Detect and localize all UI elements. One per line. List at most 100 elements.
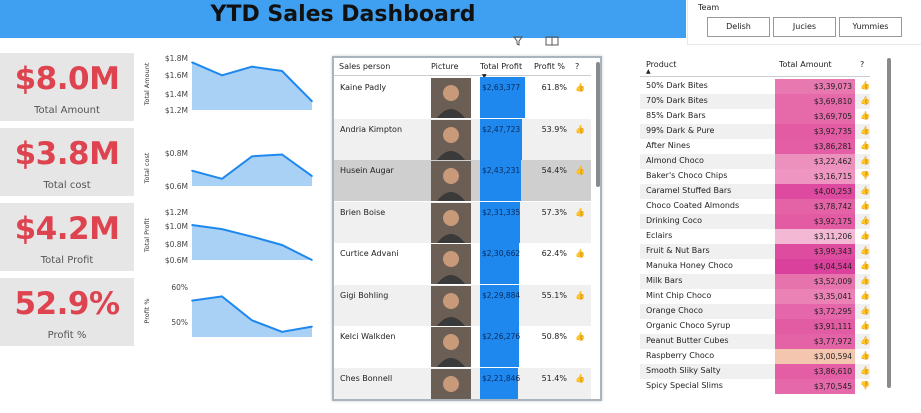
col-header-picture[interactable]: Picture	[431, 58, 480, 76]
thumbs-up-icon: 👍	[860, 261, 870, 270]
table-row[interactable]: Gigi Bohling $2,29,884 55.1% 👍	[334, 284, 591, 326]
total-amount-value: $3,00,594	[775, 349, 855, 364]
total-profit-value: $2,21,846	[482, 373, 521, 383]
table-row[interactable]: 99% Dark & Pure $3,92,735 👍	[640, 124, 870, 139]
col-header-indicator[interactable]: ?	[860, 60, 864, 69]
col-header-indicator[interactable]: ?	[571, 58, 591, 76]
table-row[interactable]: After Nines $3,86,281 👍	[640, 139, 870, 154]
table-row[interactable]: Milk Bars $3,52,009 👍	[640, 274, 870, 289]
total-profit-value: $2,26,276	[482, 332, 521, 341]
table-row[interactable]: Curtice Advani $2,30,662 62.4% 👍	[334, 243, 591, 284]
y-axis-label: Total cost	[143, 152, 151, 184]
data-point	[251, 235, 253, 238]
data-point	[311, 325, 313, 328]
table-row[interactable]: Andria Kimpton $2,47,723 53.9% 👍	[334, 118, 591, 160]
profit-pct-value: 57.3%	[541, 207, 567, 217]
sales-person-photo	[431, 202, 471, 243]
total-amount-value: $3,52,009	[775, 274, 855, 289]
total-amount-value: $3,99,343	[775, 244, 855, 259]
table-row[interactable]: Caramel Stuffed Bars $4,00,253 👍	[640, 184, 870, 199]
thumbs-up-icon: 👍	[860, 291, 870, 300]
table-row[interactable]: Kaine Padly $2,63,377 61.8% 👍	[334, 77, 591, 118]
product-name: Organic Choco Syrup	[646, 321, 731, 330]
total-profit-value: $2,63,377	[482, 83, 521, 92]
thumbs-down-icon: 👎	[860, 381, 870, 390]
product-name: Manuka Honey Choco	[646, 261, 733, 270]
table-row[interactable]: 85% Dark Bars $3,69,705 👍	[640, 109, 870, 124]
col-header-total-profit[interactable]: Total Profit	[480, 58, 531, 76]
sparkline-charts: $1.8M$1.6M$1.4M$1.2MTotal Amount$0.8M$0.…	[143, 54, 313, 337]
thumbs-down-icon: 👎	[860, 171, 870, 180]
product-name: Eclairs	[646, 231, 673, 240]
slicer-option-delish[interactable]: Delish	[707, 17, 770, 37]
table-row[interactable]: Fruit & Nut Bars $3,99,343 👍	[640, 244, 870, 259]
data-point	[191, 299, 193, 302]
product-table-scrollbar[interactable]	[887, 58, 891, 388]
sales-person-name: Curtice Advani	[340, 249, 399, 258]
sales-person-photo	[431, 244, 471, 284]
slicer-option-jucies[interactable]: Jucies	[773, 17, 836, 37]
sparkline-1: $0.8M $0.6M Total cost	[143, 149, 313, 191]
thumbs-up-icon: 👍	[860, 351, 870, 360]
kpi-total-profit: $4.2M Total Profit	[0, 203, 134, 271]
thumbs-up-icon: 👍	[575, 249, 585, 258]
table-row[interactable]: Kelci Walkden $2,26,276 50.8% 👍	[334, 326, 591, 367]
data-point	[311, 100, 313, 103]
table-row[interactable]: Manuka Honey Choco $4,04,544 👍	[640, 259, 870, 274]
table-row[interactable]: Brien Boise $2,31,335 57.3% 👍	[334, 201, 591, 243]
kpi-label: Total cost	[43, 180, 91, 191]
thumbs-up-icon: 👍	[575, 290, 585, 300]
table-row[interactable]: 50% Dark Bites $3,39,073 👍	[640, 79, 870, 94]
col-header-total-amount[interactable]: Total Amount	[779, 60, 832, 69]
col-header-sales-person[interactable]: Sales person	[334, 58, 431, 76]
area-fill	[192, 296, 312, 337]
table-row[interactable]: Spicy Special Slims $3,70,545 👎	[640, 379, 870, 394]
table-row[interactable]: Almond Choco $3,22,462 👍	[640, 154, 870, 169]
filter-icon[interactable]	[513, 36, 523, 46]
slicer-title: Team	[698, 3, 720, 12]
table-row[interactable]: Smooth Sliky Salty $3,86,610 👍	[640, 364, 870, 379]
focus-mode-icon[interactable]	[545, 36, 559, 46]
kpi-label: Profit %	[47, 330, 87, 341]
total-amount-value: $3,91,111	[775, 319, 855, 334]
table-row[interactable]: Orange Choco $3,72,295 👍	[640, 304, 870, 319]
thumbs-up-icon: 👍	[860, 231, 870, 240]
data-point	[311, 175, 313, 177]
total-amount-value: $3,77,972	[775, 334, 855, 349]
table-row[interactable]: Husein Augar $2,43,231 54.4% 👍	[334, 160, 591, 201]
profit-pct-value: 53.9%	[541, 124, 567, 134]
col-header-profit-pct[interactable]: Profit %	[531, 58, 571, 76]
product-name: 99% Dark & Pure	[646, 126, 715, 135]
total-profit-value: $2,31,335	[482, 207, 521, 217]
y-tick-label: $1.8M	[165, 54, 188, 63]
table-row[interactable]: Peanut Butter Cubes $3,77,972 👍	[640, 334, 870, 349]
kpi-profit-pct: 52.9% Profit %	[0, 278, 134, 346]
y-tick-label: 50%	[171, 318, 188, 327]
thumbs-up-icon: 👍	[860, 216, 870, 225]
product-name: Smooth Sliky Salty	[646, 366, 721, 375]
table-row[interactable]: Ches Bonnell $2,21,846 51.4% 👍	[334, 367, 591, 399]
total-amount-value: $3,69,810	[775, 94, 855, 109]
slicer-option-yummies[interactable]: Yummies	[839, 17, 902, 37]
table-row[interactable]: Mint Chip Choco $3,35,041 👍	[640, 289, 870, 304]
y-tick-label: $1.6M	[165, 71, 188, 80]
thumbs-up-icon: 👍	[860, 201, 870, 210]
table-row[interactable]: Raspberry Choco $3,00,594 👍	[640, 349, 870, 364]
data-point	[221, 74, 223, 77]
area-fill	[192, 154, 312, 186]
table-row[interactable]: 70% Dark Bites $3,69,810 👍	[640, 94, 870, 109]
data-point	[251, 319, 253, 322]
data-point	[251, 65, 253, 68]
data-point	[221, 178, 223, 180]
thumbs-up-icon: 👍	[860, 81, 870, 90]
sales-person-name: Brien Boise	[340, 207, 386, 217]
table-row[interactable]: Choco Coated Almonds $3,78,742 👍	[640, 199, 870, 214]
kpi-label: Total Profit	[40, 255, 94, 266]
table-row[interactable]: Baker's Choco Chips $3,16,715 👎	[640, 169, 870, 184]
table-scrollbar[interactable]	[596, 62, 600, 187]
table-row[interactable]: Organic Choco Syrup $3,91,111 👍	[640, 319, 870, 334]
table-row[interactable]: Drinking Coco $3,92,175 👍	[640, 214, 870, 229]
kpi-value: $3.8M	[14, 136, 120, 172]
y-tick-label: 60%	[171, 283, 188, 292]
table-row[interactable]: Eclairs $3,11,206 👍	[640, 229, 870, 244]
